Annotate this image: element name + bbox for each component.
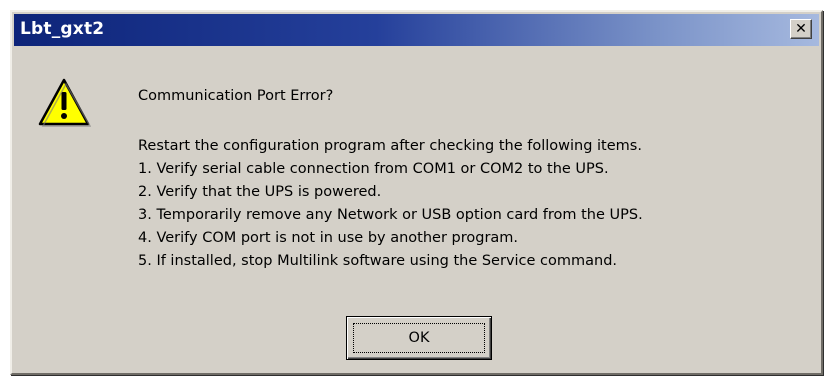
close-icon: ✕ xyxy=(795,21,807,37)
warning-icon xyxy=(38,78,91,127)
message-heading: Communication Port Error? xyxy=(138,88,334,104)
error-dialog: Lbt_gxt2 ✕ Communication Port Error? Res… xyxy=(10,10,823,375)
message-line: 3. Temporarily remove any Network or USB… xyxy=(138,207,643,223)
message-line: 2. Verify that the UPS is powered. xyxy=(138,184,382,200)
ok-button-label: OK xyxy=(408,330,430,346)
window-title: Lbt_gxt2 xyxy=(20,19,105,39)
message-line: 1. Verify serial cable connection from C… xyxy=(138,161,609,177)
message-area: Communication Port Error? Restart the co… xyxy=(138,86,643,274)
message-line: 5. If installed, stop Multilink software… xyxy=(138,253,618,269)
close-button[interactable]: ✕ xyxy=(790,19,812,39)
title-bar[interactable]: Lbt_gxt2 ✕ xyxy=(14,14,819,46)
message-line: 4. Verify COM port is not in use by anot… xyxy=(138,230,519,246)
message-line: Restart the configuration program after … xyxy=(138,138,642,154)
ok-button[interactable]: OK xyxy=(346,316,492,360)
